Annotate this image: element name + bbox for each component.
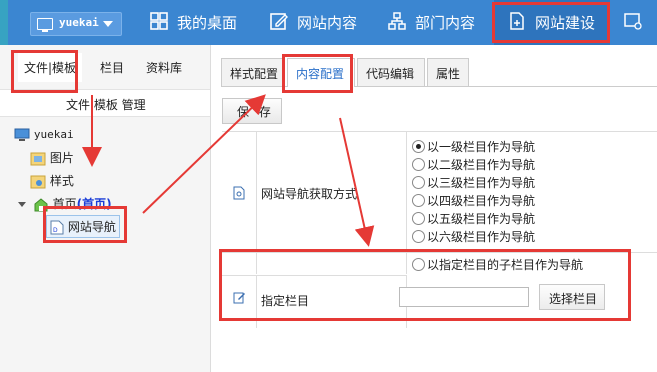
tab-label: 文件|模板: [24, 61, 77, 75]
row-icon-cell: [222, 132, 257, 252]
main-panel: 样式配置 内容配置 代码编辑 属性 保 存 网站导航获取方式 以一级栏目作为导航…: [211, 45, 657, 372]
radio-label: 以四级栏目作为导航: [427, 194, 536, 208]
row-label-cell: 网站导航获取方式: [256, 132, 407, 252]
tab-label: 资料库: [146, 61, 183, 75]
nav-label: 网站内容: [297, 14, 358, 32]
home-icon: [34, 198, 48, 212]
nav-label: 部门内容: [415, 14, 476, 32]
tree-node-root[interactable]: yuekai: [14, 127, 74, 142]
org-chart-icon: [388, 12, 406, 30]
site-selector[interactable]: yuekai: [30, 12, 122, 36]
radio-level3[interactable]: 以三级栏目作为导航: [412, 174, 535, 191]
tab-label: 栏目: [100, 61, 125, 75]
edit-icon: [270, 13, 288, 30]
edit-icon: [233, 292, 245, 304]
column-label: 指定栏目: [261, 294, 310, 308]
tab-code-edit[interactable]: 代码编辑: [357, 58, 425, 86]
tab-label: 属性: [436, 67, 461, 81]
save-button[interactable]: 保 存: [222, 98, 282, 124]
tab-column[interactable]: 栏目: [100, 59, 124, 76]
radio-icon: [412, 212, 425, 225]
side-accent-strip: [0, 0, 8, 45]
monitor-settings-icon: [624, 13, 642, 30]
monitor-icon: [37, 18, 53, 32]
nav-dept-content[interactable]: 部门内容: [388, 0, 488, 45]
nav-my-desktop[interactable]: 我的桌面: [150, 0, 250, 45]
tree-node-label: 图片: [49, 151, 74, 165]
sidebar-tabs: 文件|模板 栏目 资料库: [10, 45, 210, 85]
file-icon: D: [50, 220, 64, 235]
radio-label: 以五级栏目作为导航: [427, 212, 536, 226]
radio-label: 以六级栏目作为导航: [427, 230, 536, 244]
tree-node-home[interactable]: 首页(首页): [18, 195, 112, 212]
row-label-cell: [256, 252, 407, 274]
tree-node-label: 首页: [52, 197, 77, 211]
radio-icon: [412, 194, 425, 207]
radio-label: 以二级栏目作为导航: [427, 158, 536, 172]
tab-library[interactable]: 资料库: [146, 59, 182, 76]
tree-node-images[interactable]: 图片: [30, 149, 74, 166]
nav-source-row: 网站导航获取方式 以一级栏目作为导航 以二级栏目作为导航 以三级栏目作为导航 以…: [222, 132, 657, 253]
nav-source-label: 网站导航获取方式: [261, 187, 358, 201]
tab-style-config[interactable]: 样式配置: [221, 58, 285, 86]
tab-content-config[interactable]: 内容配置: [287, 58, 355, 87]
tree-node-label: yuekai: [33, 128, 74, 141]
chevron-down-icon: [103, 21, 113, 27]
column-input[interactable]: [399, 287, 529, 307]
radio-icon: [412, 176, 425, 189]
row-icon-cell: [222, 252, 257, 274]
tree-node-site-nav[interactable]: D 网站导航: [46, 215, 120, 238]
radio-selected-icon: [412, 140, 425, 153]
nav-label: 我的桌面: [177, 14, 238, 32]
radio-icon: [412, 258, 425, 271]
nav-site-content[interactable]: 网站内容: [270, 0, 370, 45]
nav-label: 网站建设: [535, 14, 596, 32]
save-button-label: 保 存: [237, 105, 274, 119]
tree-node-label: 样式: [49, 174, 74, 188]
sidebar-header-title: 文件 模板 管理: [66, 98, 146, 112]
tree-node-label: 网站导航: [67, 220, 116, 234]
tab-properties[interactable]: 属性: [427, 58, 469, 86]
add-page-icon: [510, 12, 524, 30]
expand-caret-icon: [18, 202, 26, 207]
sidebar-header: 文件 模板 管理: [0, 89, 210, 117]
radio-label: 以一级栏目作为导航: [427, 140, 536, 154]
radio-level1[interactable]: 以一级栏目作为导航: [412, 138, 535, 155]
radio-specified-children[interactable]: 以指定栏目的子栏目作为导航: [412, 256, 583, 273]
site-name: yuekai: [59, 16, 99, 29]
select-column-button[interactable]: 选择栏目: [539, 284, 605, 310]
top-navigation-bar: yuekai 我的桌面 网站内容 部门内容 网站建设: [0, 0, 657, 45]
tree-node-styles[interactable]: 样式: [30, 172, 74, 189]
specified-child-row: 以指定栏目的子栏目作为导航: [222, 252, 657, 274]
radio-level4[interactable]: 以四级栏目作为导航: [412, 192, 535, 209]
style-folder-icon: [30, 175, 46, 189]
tab-label: 内容配置: [296, 67, 345, 81]
tab-label: 代码编辑: [366, 67, 415, 81]
nav-overflow[interactable]: [624, 0, 657, 45]
nav-site-building[interactable]: 网站建设: [494, 0, 610, 45]
radio-level2[interactable]: 以二级栏目作为导航: [412, 156, 535, 173]
tab-file-template[interactable]: 文件|模板: [18, 53, 83, 82]
radio-level6[interactable]: 以六级栏目作为导航: [412, 228, 535, 245]
sidebar: 文件|模板 栏目 资料库 文件 模板 管理 yuekai 图片 样式 首页(首页…: [0, 45, 211, 372]
grid-icon: [150, 12, 168, 30]
main-tabs: 样式配置 内容配置 代码编辑 属性: [221, 58, 657, 87]
tab-label: 样式配置: [230, 67, 279, 81]
radio-label: 以三级栏目作为导航: [427, 176, 536, 190]
select-column-label: 选择栏目: [549, 292, 598, 306]
radio-icon: [412, 230, 425, 243]
row-icon-cell: [222, 275, 257, 328]
document-settings-icon: [233, 186, 245, 200]
radio-level5[interactable]: 以五级栏目作为导航: [412, 210, 535, 227]
image-folder-icon: [30, 152, 46, 166]
row-label-cell: 指定栏目: [256, 275, 407, 328]
radio-icon: [412, 158, 425, 171]
radio-label: 以指定栏目的子栏目作为导航: [427, 258, 584, 272]
svg-text:D: D: [53, 227, 58, 234]
monitor-icon: [14, 128, 30, 141]
home-tag: (首页): [76, 197, 112, 211]
